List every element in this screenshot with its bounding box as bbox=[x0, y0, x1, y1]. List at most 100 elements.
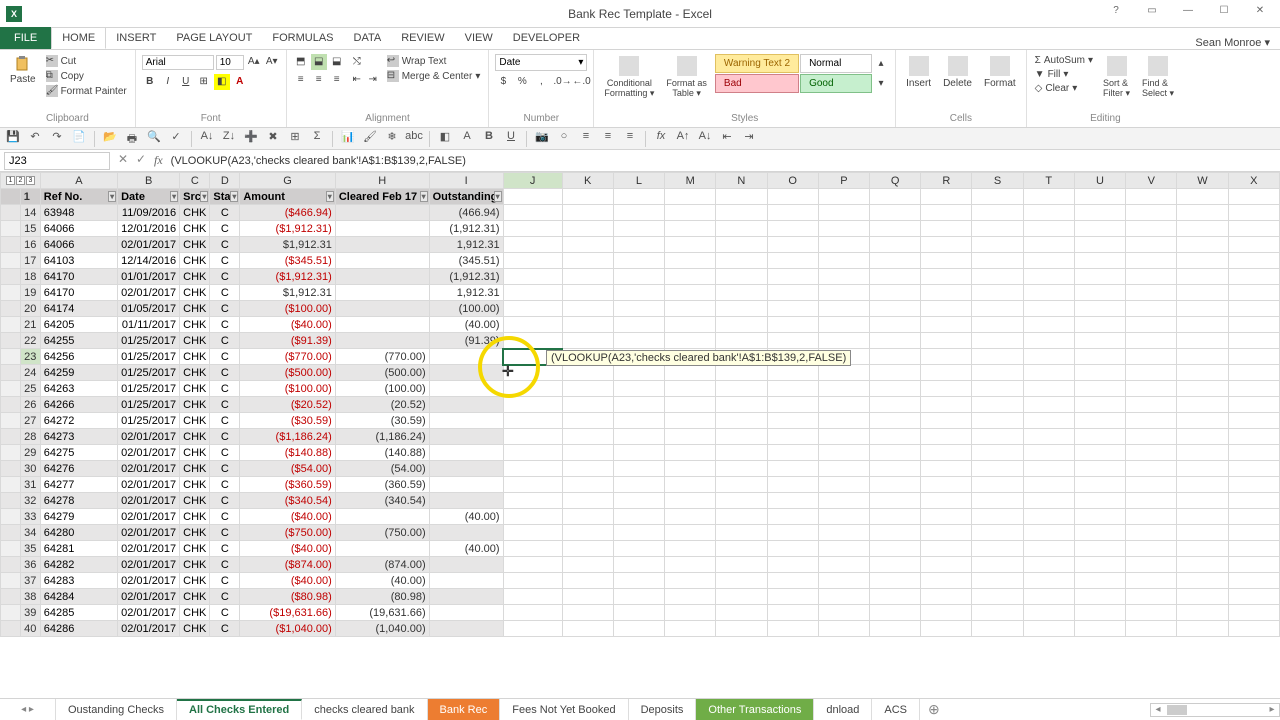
cell-j[interactable] bbox=[503, 317, 562, 333]
left-align-icon[interactable]: ≡ bbox=[577, 130, 595, 148]
cell-amount[interactable]: ($1,186.24) bbox=[240, 429, 335, 445]
cell-date[interactable]: 02/01/2017 bbox=[118, 605, 180, 621]
col-header-A[interactable]: A bbox=[40, 173, 117, 189]
cell-date[interactable]: 11/09/2016 bbox=[118, 205, 180, 221]
cell-amount[interactable]: ($140.88) bbox=[240, 445, 335, 461]
save-icon[interactable]: 💾 bbox=[4, 130, 22, 148]
cell-outstanding[interactable]: (40.00) bbox=[429, 509, 503, 525]
cell-cleared[interactable]: (54.00) bbox=[335, 461, 429, 477]
file-tab[interactable]: FILE bbox=[0, 27, 51, 49]
spelling-icon[interactable]: ✓ bbox=[167, 130, 185, 148]
col-header-U[interactable]: U bbox=[1074, 173, 1125, 189]
col-header-B[interactable]: B bbox=[118, 173, 180, 189]
cell-refno[interactable]: 64278 bbox=[40, 493, 117, 509]
cell-date[interactable]: 02/01/2017 bbox=[118, 477, 180, 493]
cell-outstanding[interactable] bbox=[429, 349, 503, 365]
col-header-H[interactable]: H bbox=[335, 173, 429, 189]
cell-outstanding[interactable] bbox=[429, 493, 503, 509]
cell-amount[interactable]: ($360.59) bbox=[240, 477, 335, 493]
cell-refno[interactable]: 64255 bbox=[40, 333, 117, 349]
align-middle-icon[interactable]: ⬓ bbox=[311, 54, 327, 70]
cell-refno[interactable]: 64259 bbox=[40, 365, 117, 381]
cell-src[interactable]: CHK bbox=[180, 557, 210, 573]
cell-date[interactable]: 01/25/2017 bbox=[118, 349, 180, 365]
row-header-1[interactable]: 1 bbox=[20, 189, 40, 205]
col-header-M[interactable]: M bbox=[665, 173, 716, 189]
cell-amount[interactable]: ($40.00) bbox=[240, 317, 335, 333]
cell-refno[interactable]: 64277 bbox=[40, 477, 117, 493]
cell-amount[interactable]: ($54.00) bbox=[240, 461, 335, 477]
cell-src[interactable]: CHK bbox=[180, 589, 210, 605]
horizontal-scrollbar[interactable]: ◂▸ bbox=[1150, 703, 1280, 717]
cell-date[interactable]: 02/01/2017 bbox=[118, 285, 180, 301]
cell-cleared[interactable]: (770.00) bbox=[335, 349, 429, 365]
sheet-tab-fees-not-yet-booked[interactable]: Fees Not Yet Booked bbox=[500, 699, 628, 720]
fontcolor-icon[interactable]: A bbox=[458, 130, 476, 148]
autosum-icon[interactable]: Σ bbox=[308, 130, 326, 148]
fill-button[interactable]: ▼ Fill ▾ bbox=[1033, 68, 1095, 81]
cell-refno[interactable]: 63948 bbox=[40, 205, 117, 221]
cell-amount[interactable]: ($874.00) bbox=[240, 557, 335, 573]
number-format-select[interactable]: Date ▾ bbox=[495, 54, 587, 71]
cell-refno[interactable]: 64256 bbox=[40, 349, 117, 365]
cell-outstanding[interactable]: (91.39) bbox=[429, 333, 503, 349]
cell-date[interactable]: 02/01/2017 bbox=[118, 621, 180, 637]
cell-amount[interactable]: ($1,912.31) bbox=[240, 269, 335, 285]
row-header-37[interactable]: 37 bbox=[20, 573, 40, 589]
underline-button[interactable]: U bbox=[178, 74, 194, 90]
cell-src[interactable]: CHK bbox=[180, 365, 210, 381]
grid[interactable]: 123ABCDGHIJKLMNOPQRSTUVWX1Ref No.DateSrc… bbox=[0, 172, 1280, 686]
cell-amount[interactable]: $1,912.31 bbox=[240, 237, 335, 253]
superscript-icon[interactable]: A↑ bbox=[674, 130, 692, 148]
cell-src[interactable]: CHK bbox=[180, 413, 210, 429]
cell-j[interactable] bbox=[503, 589, 562, 605]
cell-amount[interactable]: ($80.98) bbox=[240, 589, 335, 605]
cell-refno[interactable]: 64170 bbox=[40, 269, 117, 285]
minimize-icon[interactable]: — bbox=[1176, 5, 1200, 23]
bold-icon[interactable]: B bbox=[480, 130, 498, 148]
cell-stat[interactable]: C bbox=[210, 493, 240, 509]
cell-outstanding[interactable] bbox=[429, 381, 503, 397]
cell-amount[interactable]: ($40.00) bbox=[240, 573, 335, 589]
cell-j[interactable] bbox=[503, 301, 562, 317]
cell-amount[interactable]: $1,912.31 bbox=[240, 285, 335, 301]
borders-icon[interactable]: ⊞ bbox=[286, 130, 304, 148]
format-button[interactable]: Format bbox=[980, 54, 1020, 91]
cell-date[interactable]: 02/01/2017 bbox=[118, 445, 180, 461]
cell-refno[interactable]: 64266 bbox=[40, 397, 117, 413]
cell-amount[interactable]: ($40.00) bbox=[240, 541, 335, 557]
row-header-18[interactable]: 18 bbox=[20, 269, 40, 285]
font-color-button[interactable]: A bbox=[232, 74, 248, 90]
percent-icon[interactable]: % bbox=[514, 74, 530, 90]
cell-refno[interactable]: 64286 bbox=[40, 621, 117, 637]
cell-amount[interactable]: ($100.00) bbox=[240, 381, 335, 397]
cell-date[interactable]: 02/01/2017 bbox=[118, 493, 180, 509]
cell-j[interactable] bbox=[503, 333, 562, 349]
cell-src[interactable]: CHK bbox=[180, 269, 210, 285]
cell-src[interactable]: CHK bbox=[180, 349, 210, 365]
cell-j[interactable] bbox=[503, 541, 562, 557]
row-header-24[interactable]: 24 bbox=[20, 365, 40, 381]
cell-outstanding[interactable] bbox=[429, 397, 503, 413]
ribbon-tab-data[interactable]: DATA bbox=[344, 27, 392, 49]
find-select-button[interactable]: Find &Select ▾ bbox=[1138, 54, 1178, 100]
cell-outstanding[interactable]: 1,912.31 bbox=[429, 237, 503, 253]
cell-amount[interactable]: ($91.39) bbox=[240, 333, 335, 349]
cell-date[interactable]: 02/01/2017 bbox=[118, 237, 180, 253]
currency-icon[interactable]: $ bbox=[495, 74, 511, 90]
cell-j[interactable] bbox=[503, 621, 562, 637]
orientation-icon[interactable]: ⤭ bbox=[349, 54, 365, 70]
cell-refno[interactable]: 64174 bbox=[40, 301, 117, 317]
cell-src[interactable]: CHK bbox=[180, 333, 210, 349]
cell-stat[interactable]: C bbox=[210, 445, 240, 461]
copy-button[interactable]: ⧉Copy bbox=[44, 69, 129, 83]
cell-j[interactable] bbox=[503, 429, 562, 445]
col-header-S[interactable]: S bbox=[972, 173, 1023, 189]
cell-amount[interactable]: ($100.00) bbox=[240, 301, 335, 317]
cell-date[interactable]: 02/01/2017 bbox=[118, 461, 180, 477]
cell-date[interactable]: 01/01/2017 bbox=[118, 269, 180, 285]
cell-date[interactable]: 02/01/2017 bbox=[118, 541, 180, 557]
cell-amount[interactable]: ($1,040.00) bbox=[240, 621, 335, 637]
cell-date[interactable]: 01/05/2017 bbox=[118, 301, 180, 317]
row-header-39[interactable]: 39 bbox=[20, 605, 40, 621]
